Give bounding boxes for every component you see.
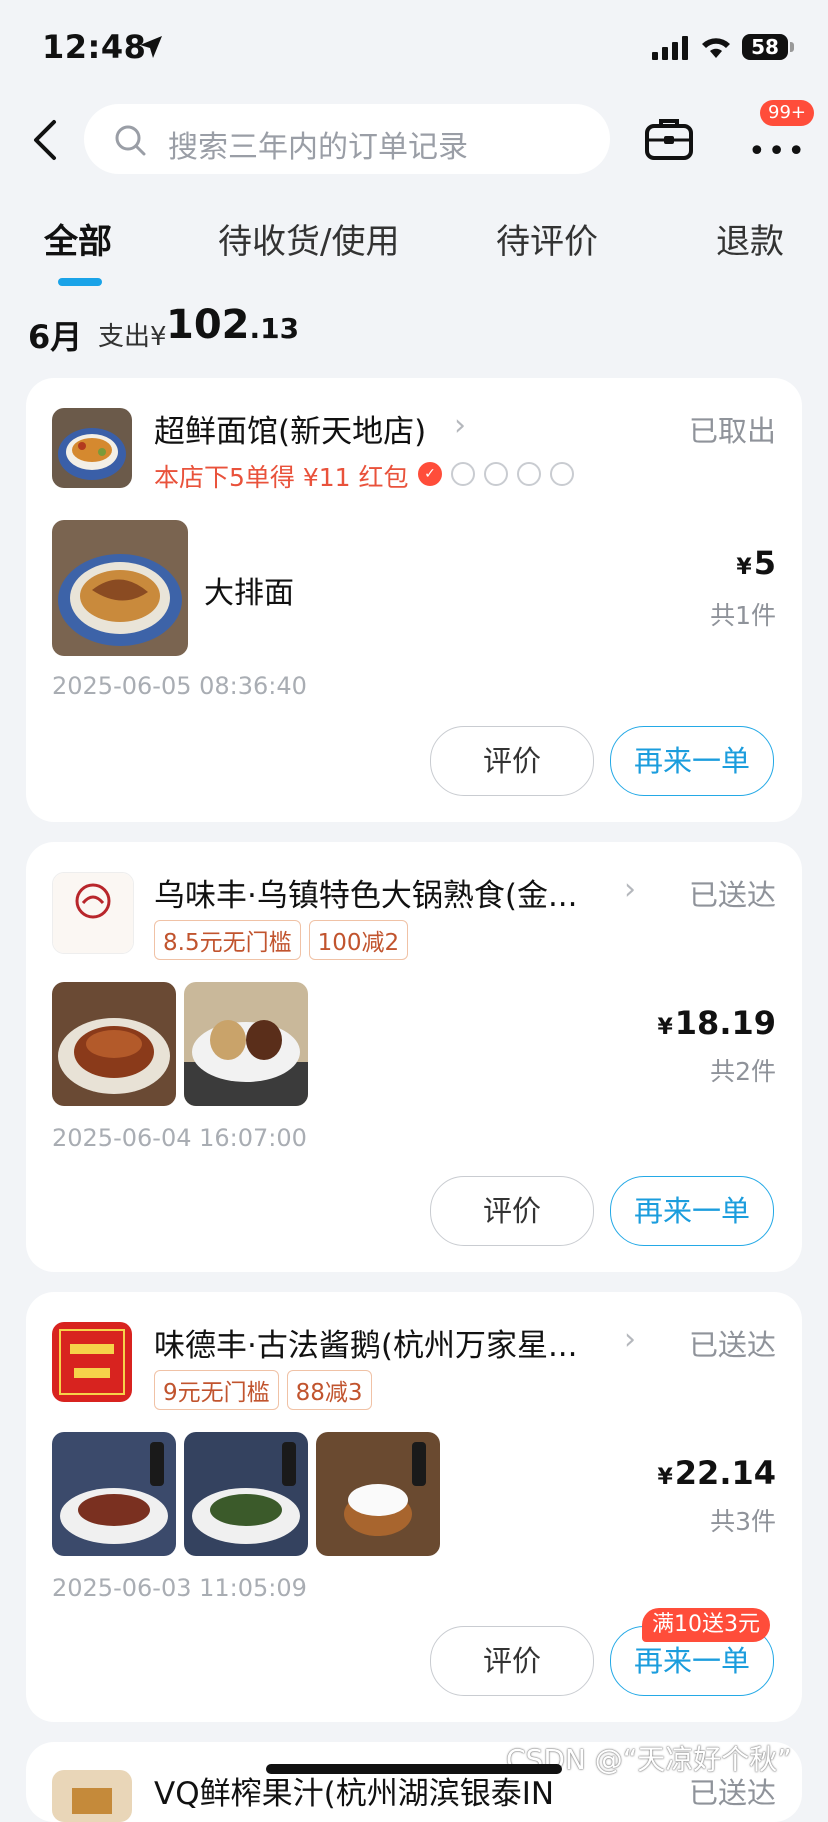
briefcase-icon[interactable] — [644, 116, 694, 162]
progress-dot — [451, 462, 475, 486]
food-image — [52, 520, 188, 656]
coupon-tag: 100减2 — [308, 920, 409, 960]
order-price: ¥18.19 — [657, 1004, 776, 1042]
coupon-tag: 9元无门槛 — [154, 1370, 279, 1410]
reorder-button[interactable]: 再来一单 — [610, 1176, 774, 1246]
tab-pending-delivery[interactable]: 待收货/使用 — [218, 214, 399, 263]
shop-logo — [52, 1770, 132, 1822]
active-tab-indicator — [58, 278, 102, 286]
spend-label: 支出¥ — [98, 322, 167, 352]
wifi-icon — [702, 38, 730, 58]
shop-logo — [52, 408, 132, 488]
battery-indicator: 58 — [742, 34, 788, 60]
order-price: ¥5 — [736, 544, 776, 582]
coupon-tags: 8.5元无门槛 100减2 — [154, 920, 416, 960]
item-count: 共2件 — [710, 1057, 776, 1086]
search-bar[interactable]: 搜索三年内的订单记录 — [84, 104, 610, 174]
tab-refund[interactable]: 退款 — [716, 214, 784, 263]
order-date: 2025-06-03 11:05:09 — [52, 1574, 307, 1602]
shop-name[interactable]: 乌味丰·乌镇特色大锅熟食(金... — [154, 870, 578, 915]
spend-amount: 102.13 — [166, 302, 300, 348]
shop-name[interactable]: 味德丰·古法酱鹅(杭州万家星... — [154, 1320, 578, 1365]
notification-badge: 99+ — [760, 100, 814, 126]
more-menu-icon[interactable]: ••• — [748, 134, 807, 169]
progress-dot — [517, 462, 541, 486]
food-image — [52, 1432, 176, 1556]
search-placeholder: 搜索三年内的订单记录 — [168, 130, 468, 165]
progress-dot — [550, 462, 574, 486]
review-button[interactable]: 评价 — [430, 1626, 594, 1696]
shop-logo — [52, 872, 134, 954]
coupon-tag: 8.5元无门槛 — [154, 920, 301, 960]
order-card[interactable]: 味德丰·古法酱鹅(杭州万家星... › 已送达 9元无门槛 88减3 ¥22.14… — [26, 1292, 802, 1722]
promo-text: 本店下5单得 ¥11 红包 — [154, 463, 409, 492]
progress-check-icon: ✓ — [418, 462, 442, 486]
battery-tip — [790, 42, 794, 52]
status-bar: 12:48 58 — [0, 0, 828, 100]
tab-to-review[interactable]: 待评价 — [496, 214, 598, 263]
cellular-signal-icon — [652, 36, 688, 60]
shop-name[interactable]: VQ鲜榨果汁(杭州湖滨银泰IN — [154, 1768, 554, 1813]
order-date: 2025-06-05 08:36:40 — [52, 672, 307, 700]
chevron-right-icon: › — [624, 872, 636, 907]
reorder-button[interactable]: 再来一单 — [610, 726, 774, 796]
shop-name[interactable]: 超鲜面馆(新天地店) — [154, 406, 426, 451]
item-thumbnails — [52, 520, 188, 656]
order-price: ¥22.14 — [657, 1454, 776, 1492]
home-indicator — [266, 1764, 562, 1774]
chevron-right-icon: › — [454, 408, 466, 443]
review-button[interactable]: 评价 — [430, 1176, 594, 1246]
tab-all[interactable]: 全部 — [44, 214, 112, 263]
food-image — [316, 1432, 440, 1556]
food-image — [52, 982, 176, 1106]
status-time: 12:48 — [42, 28, 147, 66]
month-label: 6月 — [28, 318, 83, 356]
reorder-promo-badge: 满10送3元 — [642, 1608, 770, 1642]
progress-dot — [484, 462, 508, 486]
item-count: 共1件 — [710, 601, 776, 630]
item-name: 大排面 — [204, 576, 294, 611]
coupon-tag: 88减3 — [286, 1370, 372, 1410]
order-status: 已送达 — [688, 1328, 776, 1362]
item-count: 共3件 — [710, 1507, 776, 1536]
order-status: 已送达 — [688, 878, 776, 912]
chevron-right-icon: › — [624, 1322, 636, 1357]
shop-logo — [52, 1322, 132, 1402]
item-thumbnails — [52, 1432, 440, 1556]
back-chevron-icon[interactable] — [28, 118, 64, 162]
food-image — [184, 982, 308, 1106]
order-status: 已取出 — [688, 414, 776, 448]
order-card[interactable]: 乌味丰·乌镇特色大锅熟食(金... › 已送达 8.5元无门槛 100减2 ¥18… — [26, 842, 802, 1272]
order-card[interactable]: 超鲜面馆(新天地店) › 已取出 本店下5单得 ¥11 红包 ✓ 大排面 ¥5 … — [26, 378, 802, 822]
review-button[interactable]: 评价 — [430, 726, 594, 796]
location-arrow-icon — [140, 36, 162, 58]
item-thumbnails — [52, 982, 308, 1106]
search-icon — [115, 125, 146, 156]
food-image — [184, 1432, 308, 1556]
promo-progress: ✓ — [418, 462, 583, 486]
order-date: 2025-06-04 16:07:00 — [52, 1124, 307, 1152]
coupon-tags: 9元无门槛 88减3 — [154, 1370, 380, 1410]
